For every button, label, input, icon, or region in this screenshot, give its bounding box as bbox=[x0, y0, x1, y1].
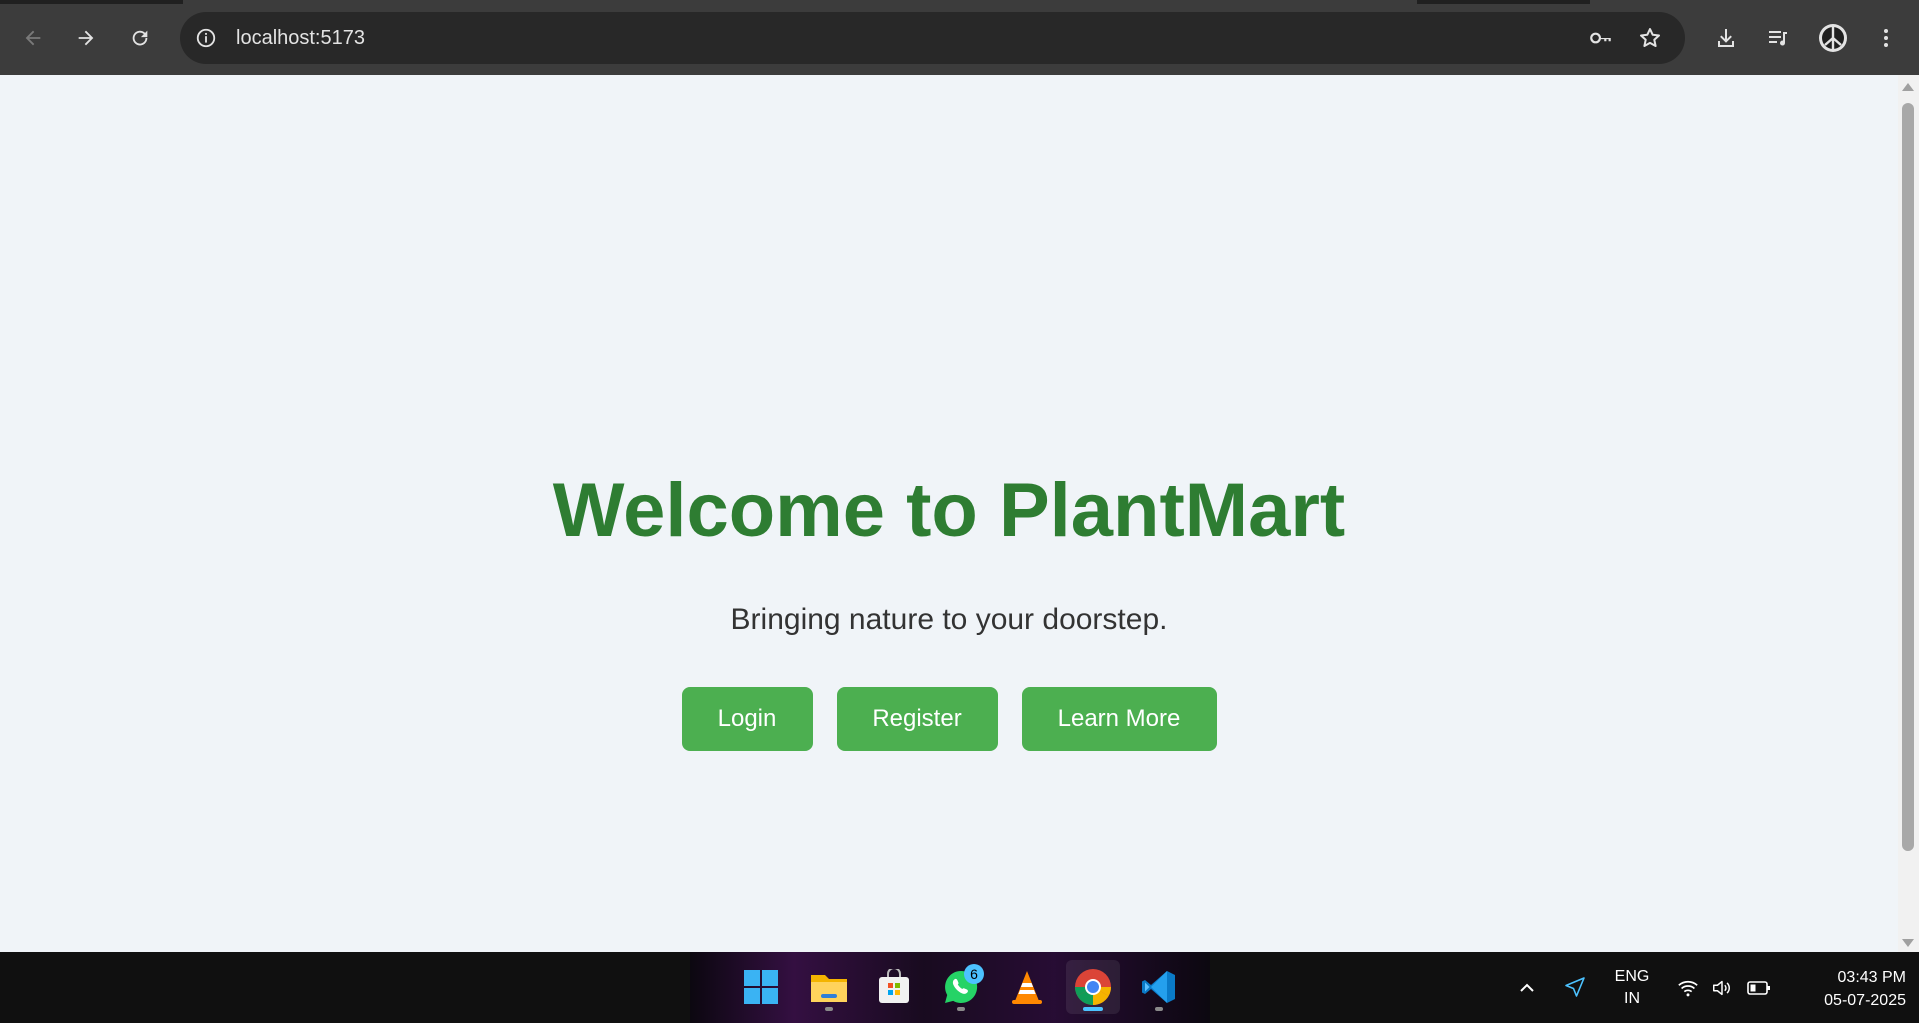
chevron-up-icon bbox=[1520, 983, 1534, 992]
login-button[interactable]: Login bbox=[681, 687, 813, 751]
register-button[interactable]: Register bbox=[836, 687, 998, 751]
battery-icon bbox=[1747, 981, 1770, 995]
page-viewport: Welcome to PlantMart Bringing nature to … bbox=[0, 75, 1898, 952]
running-indicator bbox=[957, 1007, 965, 1011]
browser-toolbar: localhost:5173 bbox=[0, 0, 1919, 75]
location-arrow-icon bbox=[1565, 977, 1585, 997]
profile-button[interactable] bbox=[1815, 20, 1851, 56]
vscode-button[interactable] bbox=[1132, 960, 1186, 1014]
chrome-button[interactable] bbox=[1066, 960, 1120, 1014]
reload-icon bbox=[132, 30, 148, 46]
start-button[interactable] bbox=[734, 960, 788, 1014]
back-arrow-icon bbox=[25, 30, 41, 46]
site-info-button[interactable] bbox=[192, 24, 220, 52]
vlc-cone-icon bbox=[1012, 971, 1042, 1004]
clock[interactable]: 03:43 PM 05-07-2025 bbox=[1786, 966, 1906, 1012]
tagline: Bringing nature to your doorstep. bbox=[730, 603, 1168, 636]
store-icon bbox=[879, 969, 909, 1003]
reload-button[interactable] bbox=[122, 20, 158, 56]
clock-time: 03:43 PM bbox=[1837, 969, 1906, 986]
inactive-tab-edge[interactable] bbox=[1590, 0, 1919, 4]
clock-date: 05-07-2025 bbox=[1824, 992, 1906, 1009]
kebab-menu-icon bbox=[1884, 29, 1888, 47]
vlc-button[interactable] bbox=[1000, 960, 1054, 1014]
media-control-icon bbox=[1769, 31, 1787, 46]
notification-badge: 6 bbox=[964, 964, 984, 984]
download-icon bbox=[1718, 29, 1734, 47]
windows-taskbar: 6 ENG IN 03:43 PM 05-07-2025 bbox=[0, 952, 1919, 1023]
scroll-up-arrow[interactable] bbox=[1902, 83, 1914, 91]
address-bar[interactable]: localhost:5173 bbox=[180, 12, 1685, 64]
hero-section: Welcome to PlantMart Bringing nature to … bbox=[0, 75, 1898, 952]
show-hidden-icons-button[interactable] bbox=[1512, 974, 1542, 1002]
cta-button-group: Login Register Learn More bbox=[0, 687, 1898, 751]
tab-strip bbox=[0, 0, 1919, 4]
language-code: ENG bbox=[1614, 968, 1650, 985]
battery-button[interactable] bbox=[1744, 974, 1774, 1002]
chrome-icon bbox=[1075, 969, 1111, 1005]
file-explorer-button[interactable] bbox=[802, 960, 856, 1014]
scroll-down-arrow[interactable] bbox=[1902, 939, 1914, 947]
location-button[interactable] bbox=[1560, 972, 1590, 1002]
wifi-icon bbox=[1678, 980, 1698, 997]
speaker-icon bbox=[1713, 980, 1730, 996]
vscode-icon bbox=[1142, 971, 1175, 1003]
back-button[interactable] bbox=[15, 20, 51, 56]
info-icon bbox=[196, 28, 216, 48]
active-tab-edge[interactable] bbox=[183, 0, 1417, 4]
page-scrollbar[interactable] bbox=[1898, 75, 1919, 952]
page-title: Welcome to PlantMart bbox=[552, 468, 1346, 553]
star-icon bbox=[1640, 28, 1660, 47]
volume-button[interactable] bbox=[1708, 974, 1736, 1002]
windows-logo-icon bbox=[744, 970, 778, 1004]
scrollbar-thumb[interactable] bbox=[1902, 103, 1914, 851]
wifi-button[interactable] bbox=[1674, 974, 1702, 1002]
bookmark-button[interactable] bbox=[1636, 24, 1664, 52]
whatsapp-button[interactable]: 6 bbox=[934, 960, 988, 1014]
profile-icon bbox=[1819, 24, 1847, 52]
forward-arrow-icon bbox=[78, 30, 94, 46]
password-manager-button[interactable] bbox=[1587, 24, 1615, 52]
running-indicator bbox=[825, 1007, 833, 1011]
browser-menu-button[interactable] bbox=[1868, 20, 1904, 56]
language-indicator[interactable]: ENG IN bbox=[1610, 966, 1654, 1010]
learn-more-button[interactable]: Learn More bbox=[1021, 687, 1217, 751]
media-control-button[interactable] bbox=[1760, 20, 1796, 56]
running-indicator bbox=[1155, 1007, 1163, 1011]
folder-icon bbox=[811, 975, 847, 1002]
downloads-button[interactable] bbox=[1708, 20, 1744, 56]
active-indicator bbox=[1083, 1007, 1103, 1011]
key-icon bbox=[1590, 32, 1611, 44]
region-code: IN bbox=[1624, 990, 1640, 1007]
url-text[interactable]: localhost:5173 bbox=[236, 27, 365, 50]
forward-button[interactable] bbox=[68, 20, 104, 56]
microsoft-store-button[interactable] bbox=[867, 960, 921, 1014]
